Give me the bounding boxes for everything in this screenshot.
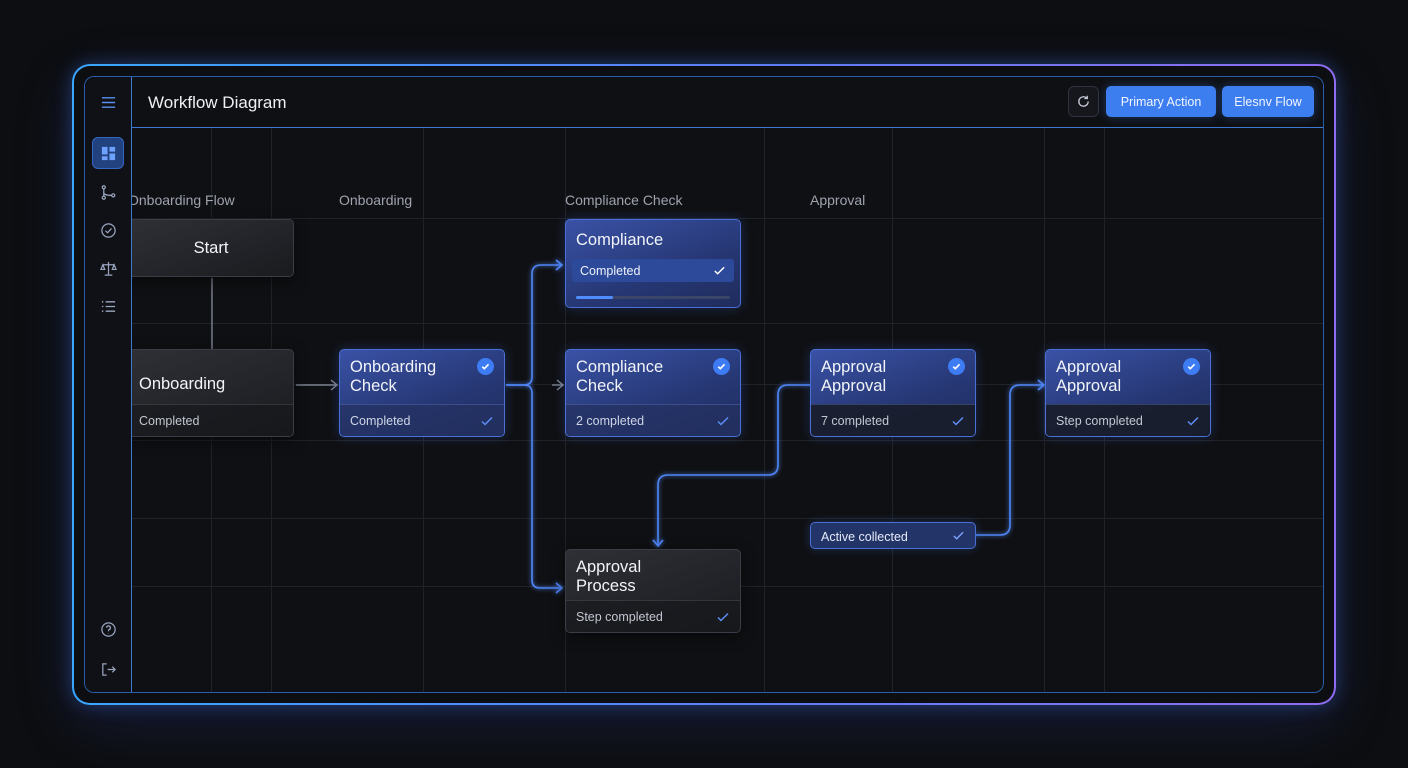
dashboard-icon[interactable]	[92, 137, 124, 169]
check-icon	[717, 612, 729, 622]
branch-icon[interactable]	[92, 176, 124, 208]
node-title-line-2: Approval	[1056, 377, 1122, 395]
node-title-line-1: Onboarding	[350, 358, 437, 376]
node-onboarding[interactable]: Onboarding Completed	[132, 349, 294, 437]
progress-fill	[576, 296, 613, 299]
node-title-line-1: Approval	[821, 358, 887, 376]
node-status-pill: Completed	[572, 259, 734, 282]
menu-icon[interactable]	[92, 86, 124, 118]
node-title-line-2: Check	[576, 377, 623, 395]
node-compliance[interactable]: Compliance Completed	[565, 219, 741, 308]
balance-icon[interactable]	[92, 252, 124, 284]
check-icon	[952, 416, 964, 426]
node-title-line-2: Check	[350, 377, 397, 395]
active-collected-pill[interactable]: Active collected	[810, 522, 976, 549]
node-start-label: Start	[193, 239, 229, 257]
node-title: Compliance	[576, 231, 664, 249]
node-title-line-1: Compliance	[576, 358, 664, 376]
logout-icon[interactable]	[92, 653, 124, 685]
node-approval-process[interactable]: Approval Process Step completed	[565, 549, 741, 633]
elesnv-flow-button[interactable]: Elesnv Flow	[1222, 86, 1314, 117]
refresh-button[interactable]	[1068, 86, 1099, 117]
node-title-line-2: Process	[576, 577, 636, 595]
node-approval-approval-1[interactable]: Approval Approval 7 completed	[810, 349, 976, 437]
node-title-line-1: Approval	[576, 558, 642, 576]
node-status: Step completed	[566, 600, 740, 632]
page-title: Workflow Diagram	[148, 93, 287, 112]
completed-badge-icon	[948, 358, 965, 375]
help-icon[interactable]	[92, 613, 124, 645]
pill-label: Active collected	[821, 530, 908, 544]
completed-badge-icon	[1183, 358, 1200, 375]
node-compliance-check[interactable]: Compliance Check 2 completed	[565, 349, 741, 437]
check-icon	[481, 416, 493, 426]
list-icon[interactable]	[92, 290, 124, 322]
completed-badge-icon	[713, 358, 730, 375]
node-onboarding-check[interactable]: Onboarding Check Completed	[339, 349, 505, 437]
app-window: Workflow Diagram Primary Action Elesnv F…	[84, 76, 1324, 693]
node-start[interactable]: Start	[132, 219, 294, 277]
sidebar	[85, 77, 132, 692]
completed-badge-icon	[477, 358, 494, 375]
node-title: Onboarding	[139, 375, 226, 393]
progress-track	[576, 296, 730, 299]
node-status: Completed	[132, 404, 293, 436]
check-icon	[1187, 416, 1199, 426]
header: Workflow Diagram Primary Action Elesnv F…	[132, 77, 1323, 128]
check-icon	[714, 266, 725, 275]
node-title-line-1: Approval	[1056, 358, 1122, 376]
check-icon	[953, 531, 964, 540]
check-icon	[717, 416, 729, 426]
node-approval-approval-2[interactable]: Approval Approval Step completed	[1045, 349, 1211, 437]
node-title-line-2: Approval	[821, 377, 887, 395]
refresh-icon	[1078, 95, 1089, 107]
node-status: 2 completed	[566, 404, 740, 436]
check-circle-icon[interactable]	[92, 214, 124, 246]
diagram-canvas[interactable]: Onboarding Flow Onboarding Compliance Ch…	[132, 128, 1323, 692]
primary-action-button[interactable]: Primary Action	[1106, 86, 1216, 117]
node-status: Completed	[580, 264, 641, 278]
